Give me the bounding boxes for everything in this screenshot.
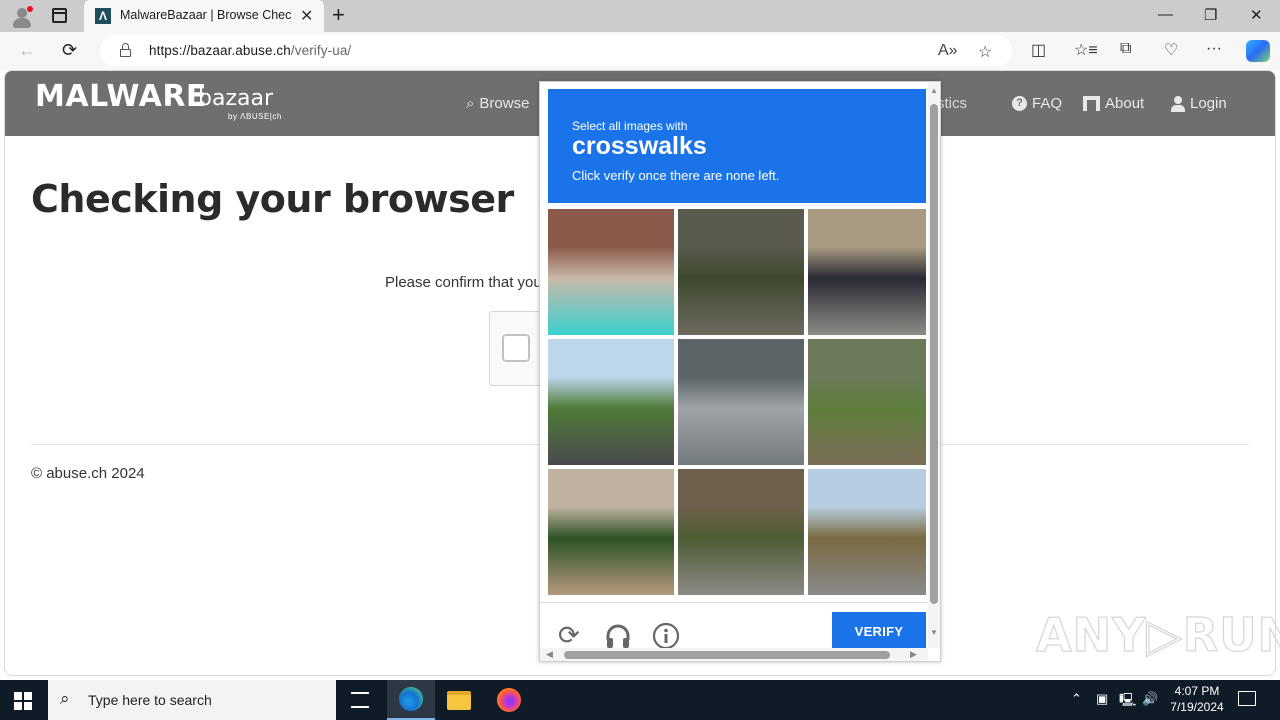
lock-icon[interactable] bbox=[120, 43, 131, 57]
url-host: https://bazaar.abuse.ch bbox=[149, 43, 291, 58]
nav-faq-label: FAQ bbox=[1032, 95, 1063, 112]
nav-login-label: Login bbox=[1190, 95, 1227, 112]
split-screen-icon[interactable]: ◫ bbox=[1031, 40, 1046, 60]
captcha-tile[interactable] bbox=[548, 209, 674, 335]
captcha-tile[interactable] bbox=[808, 209, 926, 335]
read-aloud-icon[interactable]: A» bbox=[938, 42, 958, 60]
captcha-tile[interactable] bbox=[678, 339, 804, 465]
nav-browse[interactable]: ⌕ Browse bbox=[466, 95, 529, 112]
anyrun-watermark: ANY▷RUN bbox=[1035, 607, 1280, 662]
captcha-tile[interactable] bbox=[678, 209, 804, 335]
favorite-star-icon[interactable]: ☆ bbox=[978, 42, 992, 62]
headphones-icon[interactable] bbox=[604, 622, 632, 650]
scroll-down-arrow-icon[interactable]: ▼ bbox=[930, 628, 938, 637]
hscroll-thumb[interactable] bbox=[564, 651, 890, 659]
building-icon bbox=[1083, 96, 1100, 111]
clock-date: 7/19/2024 bbox=[1170, 700, 1224, 714]
nav-about[interactable]: About bbox=[1083, 95, 1144, 112]
reload-icon[interactable]: ⟳ bbox=[558, 620, 580, 651]
browser-essentials-icon[interactable]: ♡ bbox=[1164, 40, 1178, 60]
user-icon bbox=[1171, 95, 1185, 112]
nav-login[interactable]: Login bbox=[1171, 95, 1227, 112]
windows-taskbar: ⌕ Type here to search ⌃ ▣ 🖳 🔊 4:07 PM 7/… bbox=[0, 680, 1280, 720]
captcha-vertical-scrollbar[interactable]: ▲ ▼ bbox=[928, 82, 940, 648]
back-button[interactable]: ← bbox=[18, 40, 36, 61]
captcha-tile[interactable] bbox=[808, 469, 926, 595]
firefox-icon bbox=[497, 688, 521, 712]
captcha-instructions: Select all images with crosswalks Click … bbox=[548, 89, 926, 203]
url-text[interactable]: https://bazaar.abuse.ch/verify-ua/ bbox=[149, 43, 351, 58]
nav-faq[interactable]: ? FAQ bbox=[1012, 95, 1062, 112]
logo-malware[interactable]: MALWARE bbox=[35, 79, 207, 114]
notifications-icon[interactable] bbox=[1238, 691, 1256, 706]
more-menu-icon[interactable]: ··· bbox=[1206, 40, 1222, 58]
instruction-target: crosswalks bbox=[572, 132, 707, 160]
volume-icon[interactable]: 🔊 bbox=[1142, 691, 1158, 707]
search-icon: ⌕ bbox=[466, 95, 475, 112]
page-title: Checking your browser bbox=[31, 177, 514, 221]
tray-overflow-icon[interactable]: ⌃ bbox=[1071, 691, 1082, 707]
browser-tab-active[interactable]: Λ MalwareBazaar | Browse Checking your b… bbox=[84, 0, 324, 32]
windows-start-icon[interactable] bbox=[14, 692, 32, 710]
captcha-footer-divider bbox=[540, 602, 930, 603]
taskbar-search-placeholder: Type here to search bbox=[88, 692, 212, 708]
taskbar-search[interactable]: ⌕ Type here to search bbox=[48, 680, 336, 720]
refresh-button[interactable]: ⟳ bbox=[62, 40, 77, 61]
nav-about-label: About bbox=[1105, 95, 1145, 112]
site-favicon-icon: Λ bbox=[95, 8, 111, 24]
network-icon[interactable]: 🖳 bbox=[1119, 691, 1136, 713]
scroll-up-arrow-icon[interactable]: ▲ bbox=[930, 86, 938, 95]
edge-icon bbox=[399, 687, 423, 711]
tab-actions-icon[interactable] bbox=[52, 8, 67, 23]
tab-close-icon[interactable]: ✕ bbox=[300, 6, 313, 26]
close-window-button[interactable]: ✕ bbox=[1250, 6, 1263, 24]
taskbar-edge[interactable] bbox=[387, 680, 435, 720]
instruction-top: Select all images with bbox=[572, 119, 688, 133]
captcha-tile[interactable] bbox=[678, 469, 804, 595]
captcha-tile[interactable] bbox=[548, 469, 674, 595]
captcha-challenge-popup: Select all images with crosswalks Click … bbox=[539, 81, 941, 662]
favorites-icon[interactable]: ☆≡ bbox=[1074, 40, 1098, 60]
captcha-horizontal-scrollbar[interactable]: ◀ ▶ bbox=[540, 648, 928, 661]
search-icon: ⌕ bbox=[60, 689, 70, 708]
nav-browse-label: Browse bbox=[479, 95, 530, 112]
scroll-thumb[interactable] bbox=[930, 104, 938, 604]
folder-icon bbox=[447, 690, 471, 710]
minimize-button[interactable]: — bbox=[1158, 6, 1173, 23]
collections-icon[interactable]: ⧉ bbox=[1120, 40, 1131, 58]
verify-button[interactable]: VERIFY bbox=[832, 612, 926, 648]
restore-button[interactable]: ❐ bbox=[1204, 6, 1217, 24]
profile-avatar-icon[interactable] bbox=[10, 5, 34, 29]
copilot-icon[interactable] bbox=[1246, 40, 1270, 62]
tab-title: MalwareBazaar | Browse Checking your bro… bbox=[120, 8, 292, 22]
question-circle-icon: ? bbox=[1012, 96, 1027, 111]
scroll-right-arrow-icon[interactable]: ▶ bbox=[910, 649, 917, 660]
taskbar-firefox[interactable] bbox=[485, 680, 533, 720]
meet-now-icon[interactable]: ▣ bbox=[1096, 691, 1108, 707]
footer-copyright: © abuse.ch 2024 bbox=[31, 465, 145, 482]
not-robot-checkbox[interactable] bbox=[502, 334, 530, 362]
task-view-icon bbox=[351, 692, 369, 708]
tab-strip: Λ MalwareBazaar | Browse Checking your b… bbox=[0, 0, 1280, 32]
clock-time: 4:07 PM bbox=[1174, 684, 1220, 698]
system-clock[interactable]: 4:07 PM 7/19/2024 bbox=[1166, 683, 1228, 715]
captcha-tile[interactable] bbox=[548, 339, 674, 465]
url-path: /verify-ua/ bbox=[290, 43, 352, 58]
instruction-bottom: Click verify once there are none left. bbox=[572, 168, 780, 183]
new-tab-button[interactable]: + bbox=[332, 2, 345, 28]
scroll-left-arrow-icon[interactable]: ◀ bbox=[546, 649, 553, 660]
task-view-button[interactable] bbox=[336, 680, 384, 720]
logo-by-abuse: by ΛBUSE|ch bbox=[228, 112, 282, 121]
captcha-image-grid bbox=[548, 209, 926, 595]
logo-bazaar[interactable]: bazaar bbox=[198, 86, 273, 111]
address-bar[interactable]: https://bazaar.abuse.ch/verify-ua/ A» ☆ bbox=[100, 35, 1012, 67]
captcha-tile[interactable] bbox=[808, 339, 926, 465]
info-icon[interactable] bbox=[652, 622, 680, 650]
taskbar-file-explorer[interactable] bbox=[435, 680, 483, 720]
